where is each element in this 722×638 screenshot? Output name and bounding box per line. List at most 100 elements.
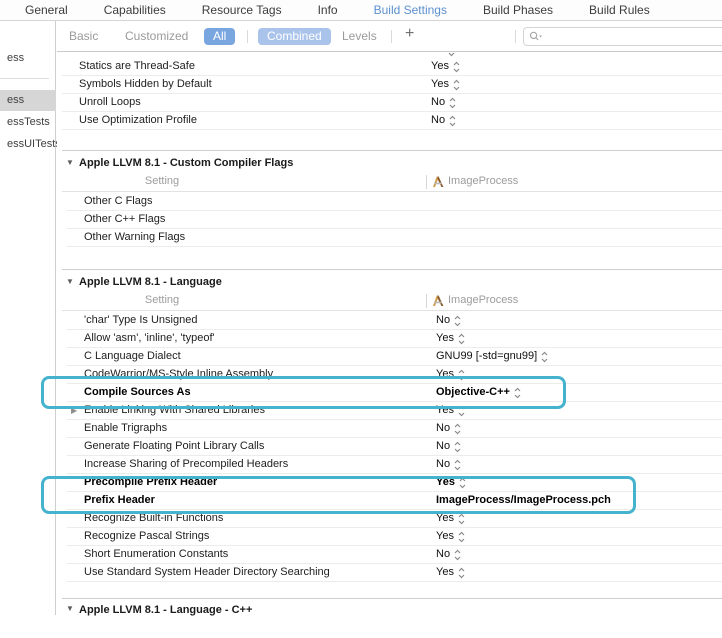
value-stepper-icon[interactable] [454,315,461,327]
add-setting-button[interactable]: + [405,25,414,43]
value-stepper-icon[interactable] [449,97,456,109]
setting-value[interactable]: GNU99 [-std=gnu99] [436,348,548,365]
column-header-target: ImageProcess [448,294,518,306]
disclosure-closed-icon[interactable]: ▶ [71,406,77,415]
section-header[interactable]: ▼Apple LLVM 8.1 - Custom Compiler Flags [62,154,722,172]
setting-name: Generate Floating Point Library Calls [84,438,264,455]
setting-value[interactable]: No [436,438,461,455]
filter-segment-all[interactable]: All [204,28,235,45]
setting-value-text: ImageProcess/ImageProcess.pch [436,492,611,509]
setting-row[interactable]: Recognize Built-in FunctionsYes [62,510,722,528]
setting-value[interactable]: ImageProcess/ImageProcess.pch [436,492,611,509]
sidebar-item-2[interactable]: essTests [0,112,56,132]
tab-info[interactable]: Info [318,3,338,17]
tab-build-rules[interactable]: Build Rules [589,3,650,17]
targets-sidebar: essessessTestsessUITests [0,21,56,615]
setting-value[interactable]: Yes [431,58,460,75]
setting-value[interactable]: Yes [436,366,465,383]
tab-capabilities[interactable]: Capabilities [104,3,166,17]
setting-value-text: No [431,112,445,129]
disclosure-open-icon: ▼ [66,604,74,613]
setting-value[interactable]: Yes [436,528,465,545]
value-stepper-icon[interactable] [448,52,455,57]
setting-value-text: Yes [431,76,449,93]
setting-name: Compile Sources As [84,384,191,401]
sidebar-item-1[interactable]: ess [0,90,56,111]
setting-row[interactable]: Use Standard System Header Directory Sea… [62,564,722,582]
setting-row[interactable]: Precompile Prefix HeaderYes [62,474,722,492]
setting-row[interactable]: Compile Sources As Objective-C++ [62,384,722,402]
value-stepper-icon[interactable] [541,351,548,363]
setting-name: C Language Dialect [84,348,181,365]
setting-value[interactable]: No [436,312,461,329]
value-stepper-icon[interactable] [459,477,466,489]
value-stepper-icon[interactable] [458,567,465,579]
value-stepper-icon[interactable] [454,459,461,471]
section-header[interactable]: ▼Apple LLVM 8.1 - Language [62,273,722,291]
sidebar-item-0[interactable]: ess [0,48,56,68]
setting-value[interactable]: No [436,420,461,437]
value-stepper-icon[interactable] [453,79,460,91]
setting-value[interactable]: Yes [436,510,465,527]
tab-general[interactable]: General [25,3,68,17]
setting-row[interactable]: 'char' Type Is UnsignedNo [62,312,722,330]
setting-value[interactable]: Yes [436,330,465,347]
filter-segment-basic[interactable]: Basic [69,28,98,45]
column-header-setting: Setting [117,294,207,306]
value-stepper-icon[interactable] [458,513,465,525]
setting-row[interactable]: Increase Sharing of Precompiled HeadersN… [62,456,722,474]
value-stepper-icon[interactable] [458,369,465,381]
tab-resource-tags[interactable]: Resource Tags [202,3,282,17]
setting-value[interactable]: Yes [436,564,465,581]
value-stepper-icon[interactable] [514,387,521,399]
value-stepper-icon[interactable] [453,61,460,73]
setting-name: Other C++ Flags [84,211,165,228]
setting-row[interactable]: Other Warning Flags [62,229,722,247]
setting-row[interactable]: Enable TrigraphsNo [62,420,722,438]
setting-row[interactable]: Other C++ Flags [62,211,722,229]
setting-value[interactable]: Yes [431,76,460,93]
setting-name: Statics are Thread-Safe [79,58,195,75]
search-input[interactable] [544,31,722,43]
value-stepper-icon[interactable] [458,405,465,417]
setting-row[interactable]: Unroll LoopsNo [57,94,722,112]
filter-segment-customized[interactable]: Customized [125,28,188,45]
column-header-target: ImageProcess [448,175,518,187]
filter-segment-combined[interactable]: Combined [258,28,331,45]
value-stepper-icon[interactable] [454,423,461,435]
search-field[interactable] [523,27,722,46]
value-stepper-icon[interactable] [454,441,461,453]
setting-row[interactable]: Symbols Hidden by DefaultYes [57,76,722,94]
disclosure-open-icon[interactable]: ▼ [66,273,74,291]
setting-value[interactable]: No [431,112,456,129]
setting-value[interactable]: Objective-C++ [436,384,521,401]
value-stepper-icon[interactable] [454,549,461,561]
setting-value[interactable]: Yes [436,402,465,419]
setting-row[interactable]: Short Enumeration ConstantsNo [62,546,722,564]
value-stepper-icon[interactable] [449,115,456,127]
setting-row[interactable]: C Language Dialect GNU99 [-std=gnu99] [62,348,722,366]
setting-row[interactable]: ▶Enable Linking With Shared LibrariesYes [62,402,722,420]
setting-row[interactable]: Statics are Thread-Safe Yes [57,58,722,76]
setting-row[interactable]: Use Optimization ProfileNo [57,112,722,130]
setting-row[interactable]: Allow 'asm', 'inline', 'typeof' Yes [62,330,722,348]
filter-segment-levels[interactable]: Levels [342,28,377,45]
setting-value[interactable]: No [436,546,461,563]
setting-row[interactable]: Prefix HeaderImageProcess/ImageProcess.p… [62,492,722,510]
setting-name: Allow 'asm', 'inline', 'typeof' [84,330,215,347]
setting-value[interactable]: Yes [436,474,466,491]
setting-row[interactable]: Other C Flags [62,193,722,211]
search-icon [529,31,542,42]
setting-value[interactable]: No [431,94,456,111]
setting-row[interactable]: CodeWarrior/MS-Style Inline AssemblyYes [62,366,722,384]
setting-row[interactable]: Generate Floating Point Library Calls No [62,438,722,456]
tab-build-settings[interactable]: Build Settings [374,3,447,17]
tab-build-phases[interactable]: Build Phases [483,3,553,17]
column-header-row: Setting ImageProcess [62,291,722,311]
setting-value[interactable]: No [436,456,461,473]
value-stepper-icon[interactable] [458,333,465,345]
sidebar-item-3[interactable]: essUITests [0,134,56,154]
disclosure-open-icon[interactable]: ▼ [66,154,74,172]
value-stepper-icon[interactable] [458,531,465,543]
setting-row[interactable]: Recognize Pascal StringsYes [62,528,722,546]
